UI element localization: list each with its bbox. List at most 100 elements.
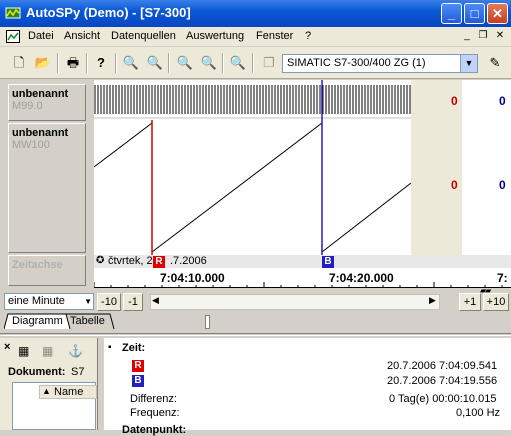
time-scrollbar[interactable]: ◀ ▶ [150, 294, 440, 310]
zoom-cursor-r-icon[interactable]: 🔍 [144, 53, 166, 73]
close-icon[interactable]: × [4, 341, 10, 353]
signal-label-2[interactable]: unbenannt MW100 [8, 123, 86, 253]
sawtooth-line-2 [321, 182, 411, 253]
signal-1-value-b: 0 [499, 94, 506, 108]
menu-help[interactable]: ? [305, 30, 311, 42]
tab-tabelle[interactable]: Tabelle [70, 315, 105, 327]
clock-icon: ✪ [96, 255, 105, 266]
axis-ticks [94, 282, 503, 288]
signal-name: unbenannt [12, 88, 69, 100]
cursor-info-panel: ▪ Zeit: R B 20.7.2006 7:04:09.541 20.7.2… [104, 338, 511, 436]
signal-address: M99.0 [12, 100, 43, 112]
cursor-b-tag[interactable]: B [322, 256, 334, 268]
cursor-b-badge: B [132, 375, 144, 387]
cursor-r-badge: R [132, 360, 144, 372]
name-column-label: Name [54, 386, 84, 398]
document-value: S7 [71, 366, 85, 378]
splitter-handle[interactable] [205, 315, 210, 329]
maximize-button[interactable]: □ [464, 3, 485, 24]
menu-fenster[interactable]: Fenster [256, 30, 293, 42]
menu-bar: Datei Ansicht Datenquellen Auswertung Fe… [0, 27, 511, 46]
cursor-r-tag[interactable]: R [153, 256, 165, 268]
document-tree[interactable]: ▲ Name [12, 382, 97, 430]
signal-plot[interactable] [94, 80, 411, 255]
forward-10-button[interactable]: +10 [483, 293, 509, 311]
frequency-label: Frequenz: [130, 407, 180, 419]
signal-address: MW100 [12, 139, 50, 151]
signal-b-icon[interactable]: ▦ [42, 344, 53, 358]
time-heading: Zeit: [122, 342, 146, 354]
document-window-icon[interactable] [6, 30, 20, 43]
plc-select-value: SIMATIC S7-300/400 ZG (1) [287, 57, 426, 69]
mdi-close-icon[interactable]: ✕ [493, 30, 507, 43]
back-1-button[interactable]: -1 [123, 293, 143, 311]
toolbar-separator [86, 53, 88, 73]
forward-1-button[interactable]: +1 [459, 293, 481, 311]
signal-label-1[interactable]: unbenannt M99.0 [8, 84, 86, 121]
time-axis-label: Zeitachse [12, 259, 63, 271]
name-column-header[interactable]: ▲ Name [39, 385, 97, 399]
zoom-in-icon[interactable]: 🔍 [174, 53, 196, 73]
value-column-r: 0 0 [411, 80, 462, 255]
help-icon[interactable]: ? [90, 53, 112, 73]
close-button[interactable]: ✕ [487, 3, 508, 24]
open-folder-icon[interactable]: 📂 [32, 53, 54, 73]
value-column-b: 0 0 [462, 80, 511, 255]
mdi-restore-icon[interactable]: ❐ [476, 30, 490, 43]
menu-auswertung[interactable]: Auswertung [186, 30, 244, 42]
signal-1-value-r: 0 [451, 94, 458, 108]
date-bar: ✪ čtvrtek, 2 .7.2006 R B [94, 255, 511, 268]
close-icon: ✕ [492, 6, 503, 21]
menu-ansicht[interactable]: Ansicht [64, 30, 100, 42]
chevron-down-icon[interactable]: ▼ [84, 297, 92, 306]
signal-labels-panel: unbenannt M99.0 unbenannt MW100 Zeitachs… [0, 80, 94, 288]
cursor-r-time: 20.7.2006 7:04:09.541 [387, 360, 498, 372]
sort-arrow-icon: ▲ [42, 386, 51, 396]
signal-name: unbenannt [12, 127, 69, 139]
frequency-value: 0,100 Hz [456, 407, 501, 419]
date-text-tail: .7.2006 [170, 255, 207, 267]
maximize-icon: □ [470, 6, 479, 21]
new-file-icon[interactable]: 🗋 [8, 53, 30, 73]
view-tabs: Diagramm Tabelle [0, 313, 511, 331]
scroll-left-icon[interactable]: ◀ [152, 295, 159, 306]
time-axis: 7:04:10.000 7:04:20.000 7: [94, 268, 511, 288]
anchor-icon[interactable]: ⚓ [68, 344, 83, 358]
scroll-right-icon[interactable]: ▶ [429, 295, 436, 306]
zoom-out-icon[interactable]: 🔍 [198, 53, 220, 73]
properties-icon[interactable]: ✎ [484, 53, 506, 73]
print-icon[interactable]: 🖶 [62, 53, 84, 73]
zoom-fit-icon[interactable]: 🔍 [227, 53, 249, 73]
plc-select[interactable]: SIMATIC S7-300/400 ZG (1) ▼ [282, 54, 478, 73]
toolbar-separator [57, 53, 59, 73]
toolbar-separator [115, 53, 117, 73]
window-title: AutoSPy (Demo) - [S7-300] [26, 5, 191, 20]
signal-r-icon[interactable]: ▦ [18, 344, 29, 358]
plot-svg [94, 80, 411, 255]
panel-splitter[interactable] [0, 333, 511, 336]
mdi-minimize-icon[interactable]: _ [460, 30, 474, 43]
signal-2-value-r: 0 [451, 178, 458, 192]
difference-label: Differenz: [130, 393, 177, 405]
autospy-icon [5, 7, 21, 19]
zoom-range-value: eine Minute [8, 295, 65, 307]
time-axis-label-box: Zeitachse [8, 255, 86, 286]
zoom-icon[interactable]: 🔍 [120, 53, 142, 73]
document-label: Dokument: [8, 366, 66, 378]
date-text: čtvrtek, 2 [108, 255, 153, 267]
bit-signal-trace [94, 85, 411, 114]
tab-diagramm[interactable]: Diagramm [12, 315, 63, 327]
difference-value: 0 Tag(e) 00:00:10.015 [389, 393, 497, 405]
document-panel: × ▦ ▦ ⚓ Dokument: S7 ▲ Name [0, 338, 98, 430]
chevron-down-icon[interactable]: ▼ [460, 55, 477, 72]
menu-datenquellen[interactable]: Datenquellen [111, 30, 176, 42]
toolbar-separator [222, 53, 224, 73]
back-10-button[interactable]: -10 [97, 293, 121, 311]
zoom-range-select[interactable]: eine Minute ▼ [4, 293, 94, 310]
word-signal-trace [94, 121, 411, 254]
menu-datei[interactable]: Datei [28, 30, 54, 42]
windows-icon[interactable]: ❐ [258, 53, 280, 73]
toolbar-separator [168, 53, 170, 73]
collapse-icon[interactable]: ▪ [108, 342, 112, 353]
minimize-button[interactable]: _ [441, 3, 462, 24]
